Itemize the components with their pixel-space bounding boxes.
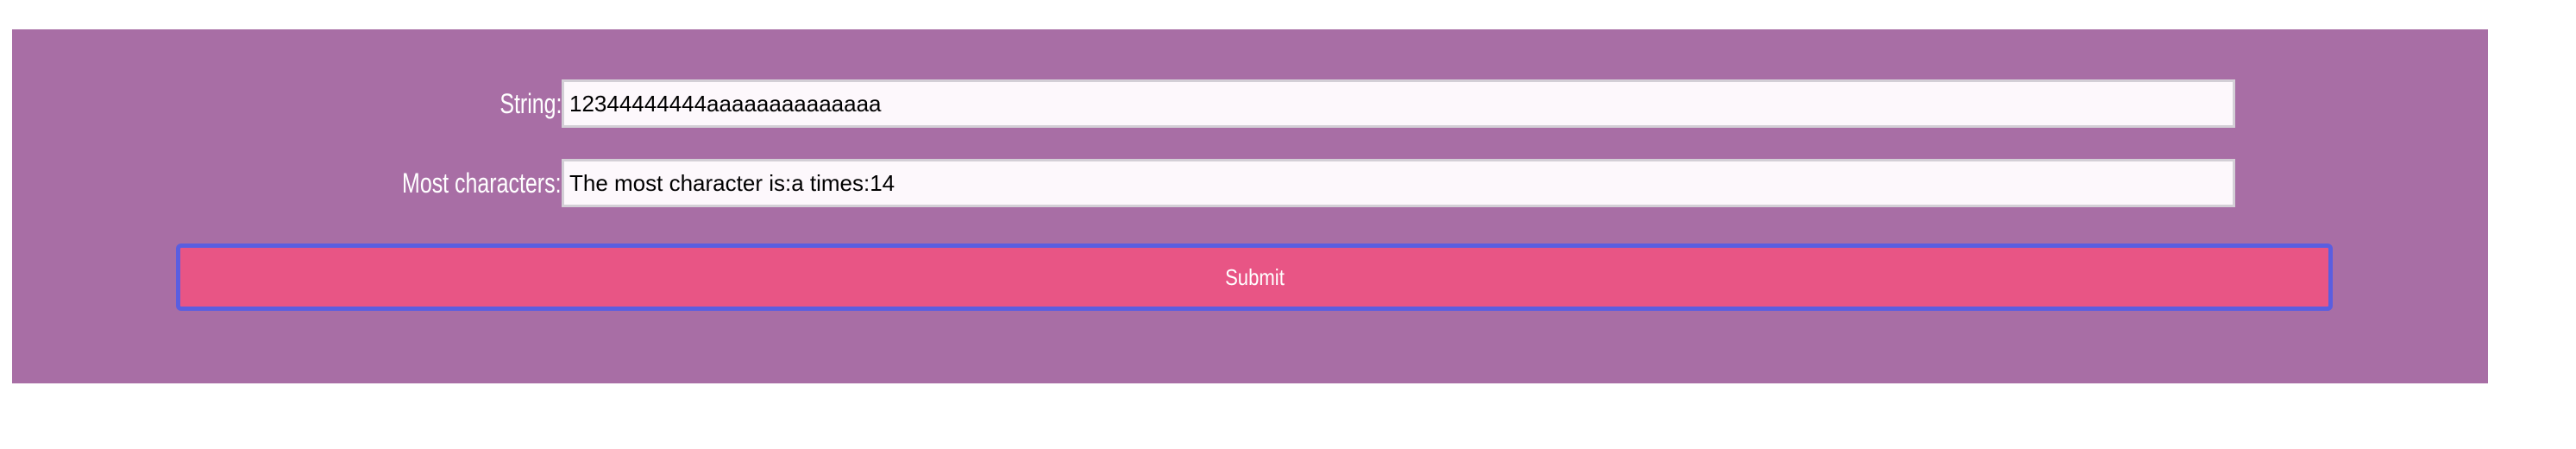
most-characters-input[interactable]	[562, 159, 2235, 207]
string-label: String:	[499, 88, 562, 119]
form-panel: String: Most characters: Submit	[12, 29, 2488, 383]
string-row: String:	[12, 79, 2488, 128]
string-input[interactable]	[562, 79, 2235, 128]
submit-button-label: Submit	[1224, 263, 1285, 290]
most-characters-row: Most characters:	[12, 159, 2488, 207]
submit-button[interactable]: Submit	[176, 243, 2333, 311]
most-characters-label: Most characters:	[402, 168, 562, 199]
